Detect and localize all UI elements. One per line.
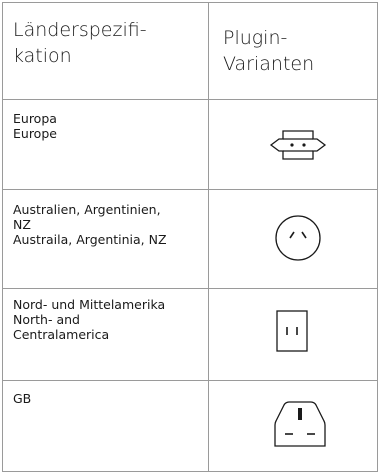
row-divider xyxy=(3,288,377,289)
uk-plug-icon xyxy=(274,401,326,447)
row-divider xyxy=(3,380,377,381)
au-plug-icon xyxy=(275,215,321,261)
europlug-icon xyxy=(269,130,327,160)
row-divider xyxy=(3,189,377,190)
us-plug-icon xyxy=(276,310,308,352)
region-americas: Nord- und Mittelamerika North- and Centr… xyxy=(13,297,166,342)
region-europe: Europa Europe xyxy=(13,111,57,141)
row-divider xyxy=(3,99,377,100)
region-australia: Australien, Argentinien, NZ Austraila, A… xyxy=(13,202,167,247)
header-country-spec: Länderspezifi- kation xyxy=(13,19,147,67)
plugin-variants-table: Länderspezifi- kation Plugin- Varianten … xyxy=(2,2,378,472)
region-gb: GB xyxy=(13,391,32,406)
header-plugin-variants: Plugin- Varianten xyxy=(223,27,315,75)
column-divider xyxy=(208,3,209,471)
